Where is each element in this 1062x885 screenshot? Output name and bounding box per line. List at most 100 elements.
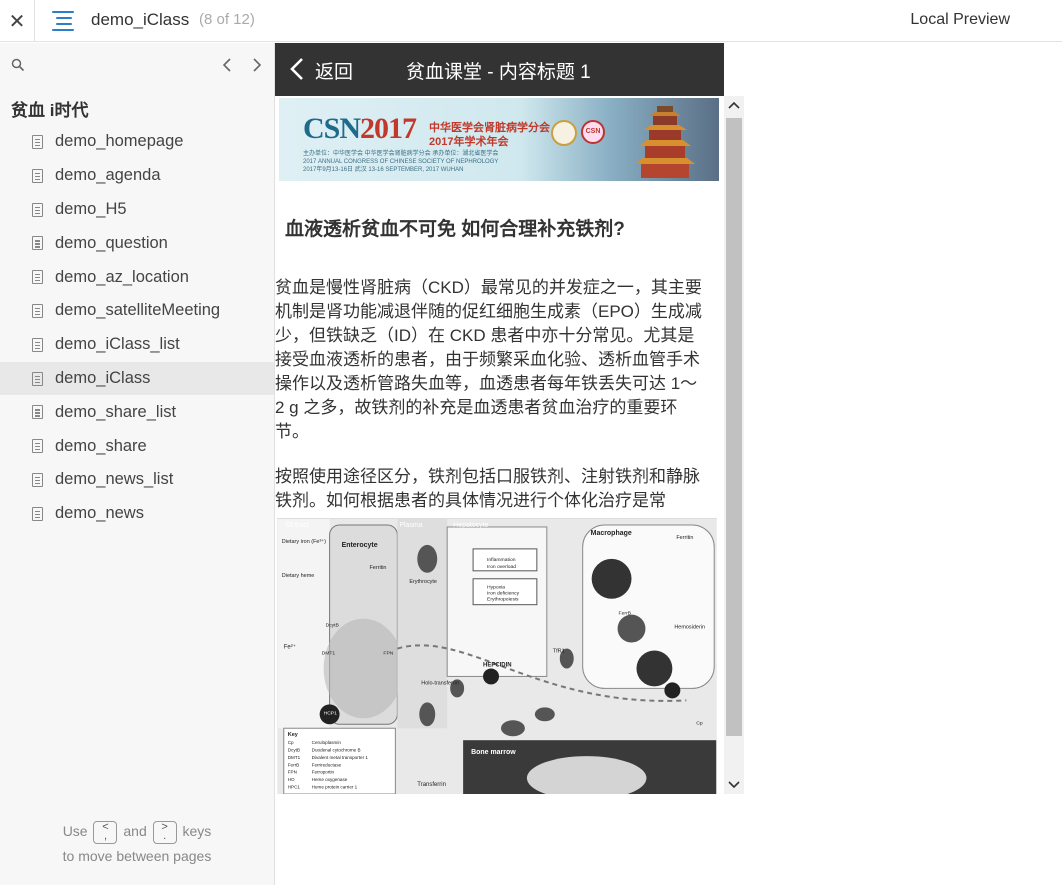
label-hcp1: HCP1 [324, 710, 337, 716]
sidebar-item-label: demo_question [55, 233, 168, 252]
key-definition: Heme oxygenase [312, 777, 348, 782]
sidebar-item-label: demo_satelliteMeeting [55, 301, 221, 320]
app-title: demo_iClass [91, 10, 190, 29]
sidebar-item-demo_news_list[interactable]: demo_news_list [0, 463, 274, 497]
key-definition: Ceruloplasmin [312, 740, 342, 745]
sidebar-item-label: demo_news_list [55, 470, 174, 489]
scroll-up-icon[interactable] [724, 96, 744, 116]
conference-banner: CSN2017 中华医学会肾脏病学分会 2017年学术年会 主办单位：中华医学会… [279, 98, 719, 181]
article-paragraph-1: 贫血是慢性肾脏病（CKD）最常见的并发症之一，其主要机制是肾功能减退伴随的促红细… [275, 278, 702, 441]
key-definition: Duodenal cytochrome B [312, 748, 361, 753]
scrollbar[interactable] [724, 96, 744, 794]
sidebar-item-demo_iclass[interactable]: demo_iClass [0, 361, 274, 396]
keyboard-hint: Use <, and >. keys to move between pages [0, 819, 274, 869]
sidebar: 贫血 i时代 demo_homepage demo_agenda demo_H5 de… [0, 43, 275, 885]
sidebar-item-label: demo_agenda [55, 166, 161, 185]
key-abbrev: HO [288, 777, 295, 782]
sidebar-item-demo_h5[interactable]: demo_H5 [0, 193, 274, 227]
sidebar-item-demo_question[interactable]: demo_question [0, 226, 274, 260]
csn-seal-icon: CSN [581, 120, 605, 144]
back-chevron-icon[interactable] [289, 56, 305, 82]
yellow-crane-tower-icon [635, 106, 695, 178]
label-macrophage: Macrophage [591, 530, 632, 537]
iron-metabolism-diagram: GI tract Plasma Hepatocyte Macrophage En… [277, 518, 717, 794]
document-icon [32, 303, 43, 318]
document-icon [32, 337, 43, 352]
label-fe2: Fe²⁺ [284, 644, 296, 651]
label-fpn: FPN [383, 651, 393, 657]
key-next: >. [152, 820, 177, 844]
document-icon [32, 472, 43, 487]
label-dietary-iron: Dietary iron (Fe³⁺) [282, 539, 326, 545]
sidebar-item-label: demo_share [55, 436, 147, 455]
banner-subtitle-2: 2017年学术年会 [429, 136, 509, 148]
document-icon [32, 270, 43, 285]
sidebar-item-demo_iclass_list[interactable]: demo_iClass_list [0, 328, 274, 362]
label-ferritin: Ferritin [369, 565, 386, 571]
key-abbrev: FPN [288, 770, 297, 775]
hint-and-text: and [123, 823, 147, 839]
sidebar-item-demo_az_location[interactable]: demo_az_location [0, 260, 274, 294]
sidebar-item-label: demo_iClass_list [55, 335, 180, 354]
label-tfr1: TfR1 [553, 649, 565, 655]
label-cp: Cp [696, 720, 703, 726]
label-erythrocyte: Erythrocyte [409, 579, 437, 585]
hint-keys-text: keys [182, 823, 212, 839]
sidebar-item-demo_homepage[interactable]: demo_homepage [0, 125, 274, 159]
document-icon [32, 202, 43, 217]
article-paragraph-2: 按照使用途径区分，铁剂包括口服铁剂、注射铁剂和静脉铁剂。如何根据患者的具体情况进… [275, 467, 700, 510]
chevron-left-icon[interactable] [219, 53, 235, 77]
label-ferritin-macrophage: Ferritin [676, 535, 693, 541]
sidebar-item-label: demo_iClass [55, 368, 151, 387]
close-icon: ✕ [8, 10, 26, 33]
scroll-down-icon[interactable] [724, 774, 744, 794]
hint-use-text: Use [62, 823, 88, 839]
top-bar: ✕ demo_iClass (8 of 12) Local Preview [0, 0, 1062, 42]
label-hemosiderin: Hemosiderin [674, 625, 705, 631]
label-inflammation: Inflammation [487, 557, 516, 563]
key-prev: <, [93, 820, 118, 844]
search-icon[interactable] [11, 58, 25, 72]
label-enterocyte: Enterocyte [342, 542, 378, 549]
menu-icon[interactable] [52, 11, 74, 31]
key-abbrev: DcytB [288, 748, 300, 753]
phone-header: 返回 贫血课堂 - 内容标题 1 [275, 43, 724, 96]
society-seal-icon [551, 120, 577, 146]
scrollbar-thumb[interactable] [726, 118, 742, 736]
sidebar-item-demo_agenda[interactable]: demo_agenda [0, 159, 274, 193]
label-dcytb: DcytB [326, 623, 340, 629]
document-icon [32, 135, 43, 149]
sidebar-item-demo_share[interactable]: demo_share [0, 429, 274, 463]
key-title: Key [288, 732, 299, 738]
sidebar-item-demo_satellitemeeting[interactable]: demo_satelliteMeeting [0, 294, 274, 328]
key-abbrev: DMT1 [288, 755, 301, 760]
phone-content[interactable]: CSN2017 中华医学会肾脏病学分会 2017年学术年会 主办单位：中华医学会… [275, 96, 724, 794]
key-abbrev: Cp [288, 740, 294, 745]
sidebar-item-demo_news[interactable]: demo_news [0, 497, 274, 531]
document-icon [32, 439, 43, 454]
sidebar-item-label: demo_az_location [55, 267, 189, 286]
hint-line2: to move between pages [62, 848, 212, 864]
key-abbrev: HPC1 [288, 784, 301, 789]
label-bone-marrow: Bone marrow [471, 749, 516, 756]
key-abbrev: FerrB [288, 762, 299, 767]
key-definition: Ferrireductase [312, 762, 342, 767]
document-icon [32, 236, 43, 251]
close-button[interactable]: ✕ [0, 0, 35, 42]
key-definition: Divalent metal transporter 1 [312, 755, 369, 760]
banner-logo: CSN2017 [303, 112, 417, 145]
article-title: 血液透析贫血不可免 如何合理补充铁剂? [285, 219, 625, 240]
label-iron-overload: Iron overload [487, 564, 516, 570]
chevron-right-icon[interactable] [249, 53, 265, 77]
page-count: (8 of 12) [199, 11, 255, 28]
label-hepcidin: HEPCIDIN [483, 662, 512, 668]
sidebar-item-label: demo_share_list [55, 402, 177, 421]
local-preview-button[interactable]: Local Preview [910, 11, 1010, 29]
sidebar-item-demo_share_list[interactable]: demo_share_list [0, 395, 274, 429]
page-list: demo_homepage demo_agenda demo_H5 demo_ques… [0, 125, 274, 531]
sidebar-item-label: demo_news [55, 504, 144, 523]
label-transferrin: Transferrin [417, 782, 446, 788]
back-button[interactable]: 返回 [315, 57, 353, 84]
label-erythropoiesis: Erythropoiesis [487, 597, 519, 603]
document-icon [32, 405, 43, 420]
